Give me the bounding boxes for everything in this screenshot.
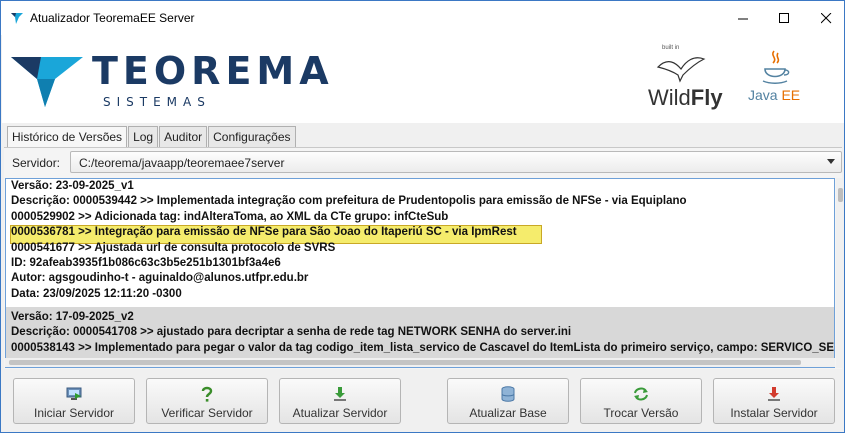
entry-date-line: Data: 23/09/2025 12:11:20 -0300	[11, 287, 182, 300]
entry-author-line: Autor: agsgoudinho-t - aguinaldo@alunos.…	[11, 272, 309, 285]
entry-change-line: 0000538143 >> Implementado para pegar o …	[11, 341, 835, 354]
tab-auditor[interactable]: Auditor	[159, 126, 208, 147]
server-label: Servidor:	[12, 156, 61, 170]
install-download-icon	[768, 387, 780, 401]
database-icon	[501, 386, 515, 402]
switch-version-label: Trocar Versão	[603, 406, 679, 420]
minimize-icon	[737, 18, 748, 19]
maximize-button[interactable]	[761, 1, 807, 35]
minimize-button[interactable]	[720, 1, 766, 35]
close-icon	[820, 12, 831, 23]
javaee-logo: Java EE	[742, 45, 812, 121]
entry-version-line: Versão: 17-09-2025_v2	[11, 311, 134, 323]
wildfly-bird-icon	[656, 57, 706, 83]
tab-historico-versoes[interactable]: Histórico de Versões	[7, 126, 128, 148]
update-server-label: Atualizar Servidor	[292, 406, 388, 420]
tab-configuracoes[interactable]: Configurações	[208, 126, 296, 147]
java-cup-icon	[762, 50, 790, 84]
vertical-scrollbar[interactable]	[836, 178, 844, 368]
wildfly-logo: built in WildFly	[642, 45, 723, 121]
refresh-icon	[634, 387, 648, 401]
install-server-button[interactable]: Instalar Servidor	[713, 378, 835, 424]
vertical-scroll-thumb[interactable]	[838, 188, 843, 202]
version-history-list[interactable]: Versão: 23-09-2025_v1 Descrição: 0000539…	[5, 178, 835, 368]
brand-subtitle: SISTEMAS	[103, 95, 211, 109]
tab-log[interactable]: Log	[128, 126, 159, 147]
entry-version-line: Versão: 23-09-2025_v1	[11, 180, 134, 192]
server-select-value: C:/teorema/javaapp/teoremaee7server	[79, 156, 285, 170]
update-base-label: Atualizar Base	[469, 406, 547, 420]
horizontal-scrollbar[interactable]	[5, 358, 835, 367]
update-base-button[interactable]: Atualizar Base	[447, 378, 569, 424]
question-icon	[201, 386, 213, 402]
entry-change-line-highlighted: 0000536781 >> Integração para emissão de…	[11, 226, 517, 239]
tab-bar: Histórico de Versões Log Auditor Configu…	[7, 126, 297, 148]
entry-id-line: ID: 92afeab3935f1b086c63c3b5e251b1301bf3…	[11, 256, 281, 269]
entry-description-line: Descrição: 0000539442 >> Implementada in…	[11, 195, 687, 208]
server-start-icon	[66, 387, 82, 400]
version-history-panel: Servidor: C:/teorema/javaapp/teoremaee7s…	[4, 147, 844, 369]
wildfly-built-label: built in	[662, 45, 680, 51]
window-title: Atualizador TeoremaEE Server	[30, 11, 195, 25]
download-icon	[334, 387, 346, 401]
entry-description-line: Descrição: 0000541708 >> ajustado para d…	[11, 326, 572, 339]
action-button-bar: Iniciar Servidor Verificar Servidor Atua…	[2, 372, 844, 432]
javaee-wordmark: Java EE	[748, 87, 801, 103]
server-select[interactable]: C:/teorema/javaapp/teoremaee7server	[70, 151, 842, 173]
entry-change-line: 0000529902 >> Adicionada tag: indAlteraT…	[11, 210, 449, 223]
entry-change-line: 0000541677 >> Ajustada url de consulta p…	[11, 241, 336, 254]
brand-header: TEOREMA SISTEMAS built in WildFly Java E…	[2, 35, 844, 123]
title-bar: Atualizador TeoremaEE Server	[1, 1, 844, 35]
start-server-label: Iniciar Servidor	[33, 406, 115, 420]
brand-name: TEOREMA	[92, 49, 334, 93]
start-server-button[interactable]: Iniciar Servidor	[13, 378, 135, 424]
app-icon	[11, 13, 23, 24]
app-window: Atualizador TeoremaEE Server TEOREMA SIS…	[0, 0, 845, 433]
switch-version-button[interactable]: Trocar Versão	[580, 378, 702, 424]
chevron-down-icon	[827, 159, 835, 164]
close-button[interactable]	[803, 1, 844, 35]
maximize-icon	[778, 12, 789, 23]
install-server-label: Instalar Servidor	[730, 406, 818, 420]
update-server-button[interactable]: Atualizar Servidor	[279, 378, 401, 424]
wildfly-wordmark: WildFly	[648, 85, 723, 110]
teorema-logo-icon	[11, 57, 83, 107]
verify-server-label: Verificar Servidor	[161, 406, 253, 420]
version-entry[interactable]: Versão: 23-09-2025_v1 Descrição: 0000539…	[6, 179, 834, 307]
horizontal-scroll-thumb[interactable]	[9, 360, 801, 365]
verify-server-button[interactable]: Verificar Servidor	[146, 378, 268, 424]
